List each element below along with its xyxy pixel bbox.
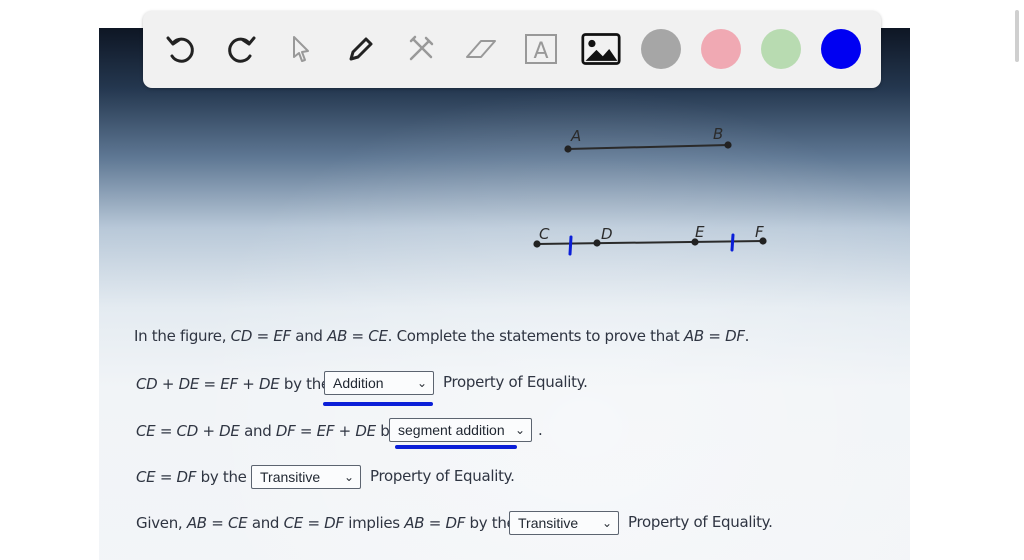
pen-icon: [349, 37, 373, 61]
point-a: [564, 145, 572, 153]
intro-prefix: In the figure,: [134, 327, 231, 345]
statement-3-by-the: by the: [196, 468, 247, 486]
underline-annotation-1: [323, 402, 433, 406]
image-icon: [581, 33, 621, 65]
worksheet-photo: A B C D E F In the figure, CD = EF and A…: [99, 28, 910, 560]
reason-select-2-value: segment addition: [398, 422, 505, 438]
statement-1-by-the: by the: [279, 375, 330, 393]
text-tool-button[interactable]: A: [521, 29, 561, 69]
chevron-down-icon: ⌄: [601, 516, 612, 530]
point-b: [724, 141, 732, 149]
reason-select-1-value: Addition: [333, 375, 384, 391]
statement-3-math: CE = DF: [136, 468, 197, 486]
reason-select-4-value: Transitive: [518, 515, 579, 531]
label-d: D: [601, 225, 613, 243]
text-tool-glyph: A: [533, 39, 548, 64]
chevron-down-icon: ⌄: [514, 423, 525, 437]
intro-equals-1: =: [252, 327, 274, 345]
eraser-icon: [466, 40, 496, 58]
statement-4: Given, AB = CE and CE = DF implies AB = …: [136, 514, 516, 532]
reason-select-1[interactable]: Addition ⌄: [324, 371, 434, 395]
statement-2-math-1: CE = CD + DE: [136, 422, 240, 440]
intro-ab: AB: [327, 327, 348, 345]
label-c: C: [539, 225, 550, 243]
intro-and: and: [290, 327, 328, 345]
label-e: E: [695, 223, 705, 241]
statement-2-and: and: [239, 422, 276, 440]
statement-1: CD + DE = EF + DE by the: [136, 375, 330, 393]
intro-equals-3: =: [703, 327, 726, 345]
undo-icon: [166, 36, 194, 63]
intro-df: DF: [725, 327, 745, 345]
statement-4-math-2: CE = DF: [283, 514, 344, 532]
statement-4-math-1: AB = CE: [186, 514, 248, 532]
statement-3: CE = DF by the: [136, 468, 247, 486]
intro-cd: CD: [230, 327, 253, 345]
pen-tool-button[interactable]: [341, 29, 381, 69]
intro-ce: CE: [368, 327, 388, 345]
label-a: A: [570, 127, 581, 145]
text-icon: A: [525, 34, 557, 64]
select-tool-button[interactable]: [281, 29, 321, 69]
eraser-tool-button[interactable]: [461, 29, 501, 69]
point-d: [593, 239, 601, 247]
color-swatch-gray[interactable]: [641, 29, 681, 69]
intro-ab-2: AB: [683, 327, 704, 345]
reason-select-4[interactable]: Transitive ⌄: [509, 511, 619, 535]
chevron-down-icon: ⌄: [343, 470, 354, 484]
statement-4-after: Property of Equality.: [628, 513, 773, 531]
statement-4-implies: implies: [343, 514, 405, 532]
statement-1-math: CD + DE = EF + DE: [136, 375, 280, 393]
label-f: F: [755, 223, 764, 241]
statement-3-after: Property of Equality.: [370, 467, 515, 485]
segment-ab: [567, 144, 729, 150]
chevron-down-icon: ⌄: [416, 376, 427, 390]
reason-select-3[interactable]: Transitive ⌄: [251, 465, 361, 489]
drawing-toolbar: A: [143, 11, 881, 88]
statement-4-math-3: AB = DF: [404, 514, 466, 532]
intro-equals-2: =: [347, 327, 369, 345]
intro-rest: . Complete the statements to prove that: [387, 327, 684, 345]
redo-icon: [228, 36, 256, 63]
statement-4-by-the: by the: [465, 514, 516, 532]
image-tool-button[interactable]: [581, 29, 621, 69]
intro-ef: EF: [273, 327, 291, 345]
problem-intro: In the figure, CD = EF and AB = CE. Comp…: [134, 327, 749, 345]
tools-button[interactable]: [401, 29, 441, 69]
tick-mark-cd: [568, 235, 573, 256]
statement-2-after: .: [538, 421, 543, 439]
statement-4-given: Given,: [136, 514, 187, 532]
redo-button[interactable]: [221, 29, 261, 69]
label-b: B: [713, 125, 723, 143]
color-swatch-pink[interactable]: [701, 29, 741, 69]
reason-select-2[interactable]: segment addition ⌄: [389, 418, 532, 442]
statement-2-math-2: DF = EF + DE: [275, 422, 376, 440]
statement-1-after: Property of Equality.: [443, 373, 588, 391]
scrollbar-thumb[interactable]: [1015, 10, 1019, 62]
underline-annotation-2: [395, 445, 517, 449]
statement-4-and: and: [247, 514, 284, 532]
statement-2: CE = CD + DE and DF = EF + DE by: [136, 422, 398, 440]
color-swatch-green[interactable]: [761, 29, 801, 69]
pointer-icon: [293, 36, 309, 62]
tools-icon: [409, 35, 434, 61]
color-swatch-blue[interactable]: [821, 29, 861, 69]
tick-mark-ef: [730, 233, 735, 252]
intro-end: .: [744, 327, 750, 345]
reason-select-3-value: Transitive: [260, 469, 321, 485]
undo-button[interactable]: [161, 29, 201, 69]
